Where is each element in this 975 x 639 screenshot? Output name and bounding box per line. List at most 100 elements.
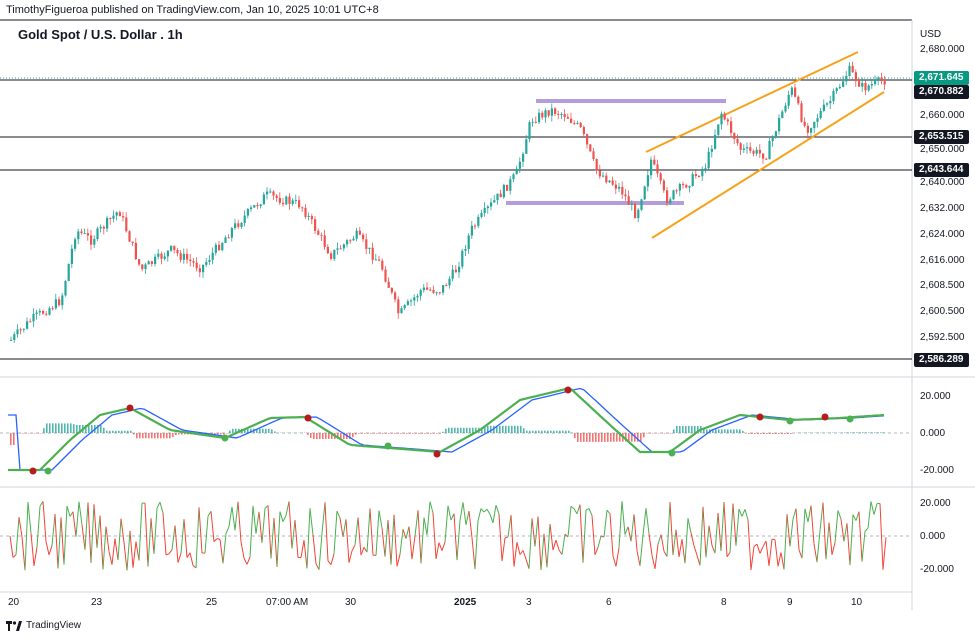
macd-histogram-bar	[55, 423, 57, 433]
macd-histogram-bar	[766, 433, 768, 434]
osc-line-segment	[492, 505, 497, 524]
candle-body	[611, 180, 614, 185]
macd-histogram-bar	[10, 433, 12, 445]
osc-line-segment	[444, 505, 449, 543]
osc-line-segment	[789, 519, 794, 547]
osc-line-segment	[171, 525, 176, 550]
macd-histogram-bar	[739, 429, 741, 433]
osc-line-segment	[195, 507, 200, 569]
candle-body	[269, 191, 272, 193]
osc-line-segment	[291, 520, 296, 549]
candle-body	[771, 137, 774, 142]
macd-histogram-bar	[142, 433, 144, 439]
candle-body	[202, 264, 205, 273]
candle-body	[560, 114, 563, 116]
macd-histogram-bar	[718, 429, 720, 433]
macd-histogram-bar	[424, 433, 426, 434]
candle-body	[490, 202, 493, 207]
osc-line-segment	[675, 529, 680, 558]
osc-line-segment	[729, 503, 734, 553]
osc-line-segment	[468, 511, 473, 538]
osc-line-segment	[333, 510, 338, 554]
osc-line-segment	[270, 517, 275, 559]
osc-line-segment	[435, 542, 440, 560]
macd-histogram-bar	[103, 427, 105, 433]
osc-line-segment	[9, 535, 14, 558]
macd-histogram-bar	[598, 433, 600, 442]
osc-line-segment	[216, 538, 221, 540]
osc-line-segment	[165, 553, 170, 556]
price-tick-label: 2,660.000	[920, 110, 965, 121]
macd-histogram-bar	[589, 433, 591, 442]
macd-histogram-bar	[22, 433, 24, 434]
candle-body	[419, 290, 422, 296]
osc-line-segment	[852, 514, 857, 521]
candle-body	[867, 85, 870, 91]
macd-histogram-bar	[145, 433, 147, 439]
candle-body	[576, 122, 579, 124]
macd-histogram-bar	[148, 433, 150, 439]
macd-histogram-bar	[49, 423, 51, 433]
osc-line-segment	[717, 513, 722, 552]
osc-line-segment	[879, 503, 884, 570]
candle-body	[755, 149, 758, 154]
osc-line-segment	[831, 542, 836, 555]
candle-body	[422, 287, 425, 291]
candle-body	[410, 300, 413, 302]
candle-body	[861, 82, 864, 87]
osc-line-segment	[255, 511, 260, 534]
candle-body	[659, 173, 662, 181]
macd-histogram-bar	[427, 433, 429, 434]
candle-body	[870, 84, 873, 86]
osc-line-segment	[795, 508, 800, 550]
macd-histogram-bar	[688, 425, 690, 433]
osc-line-segment	[36, 506, 41, 548]
osc-line-segment	[804, 508, 809, 523]
candle-body	[877, 77, 880, 81]
candle-body	[144, 264, 147, 270]
candle-body	[234, 223, 237, 229]
candle-body	[707, 151, 710, 169]
candle-body	[589, 144, 592, 152]
osc-line-segment	[294, 520, 299, 558]
candle-body	[749, 147, 752, 151]
macd-histogram-bar	[406, 433, 408, 434]
macd-cross-dot	[846, 415, 854, 423]
candle-body	[307, 216, 310, 218]
candle-body	[720, 113, 723, 125]
candle-body	[64, 280, 67, 296]
macd-cross-dot	[126, 404, 134, 412]
osc-line-segment	[102, 526, 107, 570]
osc-line-segment	[447, 505, 452, 521]
macd-histogram-bar	[13, 433, 15, 445]
candle-body	[195, 262, 198, 269]
candle-body	[646, 175, 649, 187]
candle-body	[358, 230, 361, 235]
macd-histogram-bar	[604, 433, 606, 442]
candle-body	[38, 311, 41, 313]
macd-histogram-bar	[25, 433, 27, 434]
candle-body	[150, 261, 153, 265]
candle-body	[390, 287, 393, 293]
candle-body	[304, 207, 307, 217]
candle-body	[314, 219, 317, 231]
candle-body	[336, 248, 339, 250]
macd-histogram-bar	[460, 427, 462, 433]
tradingview-brand[interactable]: TradingView	[6, 620, 81, 631]
candle-body	[384, 269, 387, 282]
macd-histogram-bar	[229, 430, 231, 433]
candle-body	[438, 292, 441, 294]
osc-line-segment	[633, 514, 638, 551]
macd-histogram-bar	[178, 433, 180, 435]
osc-tick-label: -20.000	[920, 564, 954, 575]
candle-body	[141, 264, 144, 270]
candle-body	[675, 190, 678, 192]
osc-line-segment	[405, 526, 410, 539]
osc-line-segment	[240, 541, 245, 559]
price-chart-canvas[interactable]	[0, 0, 975, 639]
macd-histogram-bar	[367, 433, 369, 434]
candle-body	[570, 118, 573, 123]
candle-body	[630, 203, 633, 205]
candle-body	[394, 292, 397, 300]
osc-line-segment	[756, 544, 761, 554]
